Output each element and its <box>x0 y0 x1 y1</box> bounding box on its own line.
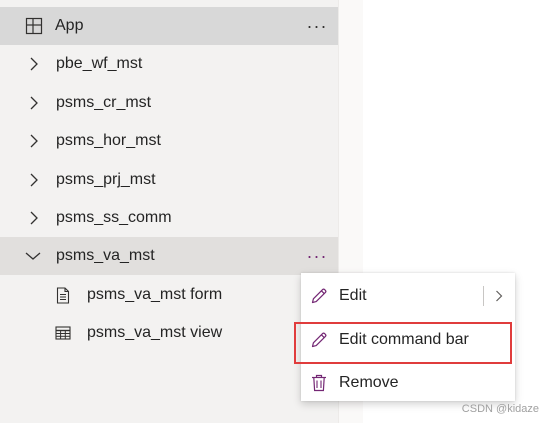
tree-row-psms-ss-comm[interactable]: psms_ss_comm <box>0 199 338 237</box>
chevron-right-icon[interactable] <box>26 210 42 226</box>
tree-row-label: psms_ss_comm <box>56 209 172 226</box>
tree-row-app[interactable]: App ··· <box>0 7 338 45</box>
menu-item-edit[interactable]: Edit <box>301 276 515 316</box>
tree-row-psms-cr-mst[interactable]: psms_cr_mst <box>0 84 338 122</box>
tree-row-psms-prj-mst[interactable]: psms_prj_mst <box>0 161 338 199</box>
menu-item-label: Remove <box>339 374 399 391</box>
tree-row-pbe-wf-mst[interactable]: pbe_wf_mst <box>0 45 338 83</box>
submenu-divider <box>483 286 484 306</box>
tree-row-psms-hor-mst[interactable]: psms_hor_mst <box>0 122 338 160</box>
tree-panel: App ··· pbe_wf_mst psms_cr_mst psms_hor_… <box>0 0 338 423</box>
chevron-right-icon[interactable] <box>26 172 42 188</box>
watermark: CSDN @kidaze <box>461 403 539 415</box>
table-view-icon <box>54 324 72 342</box>
tree-row-label: psms_va_mst <box>56 247 155 264</box>
more-options-icon[interactable]: ··· <box>302 11 332 41</box>
tree-row-label: psms_prj_mst <box>56 171 156 188</box>
chevron-right-icon[interactable] <box>26 133 42 149</box>
chevron-right-icon[interactable] <box>26 56 42 72</box>
tree-row-label: psms_cr_mst <box>56 94 152 111</box>
form-icon <box>54 286 72 304</box>
tree-row-label: psms_hor_mst <box>56 132 161 149</box>
menu-item-remove[interactable]: Remove <box>301 363 515 403</box>
chevron-right-icon[interactable] <box>26 95 42 111</box>
trash-icon <box>309 373 329 393</box>
chevron-down-icon[interactable] <box>24 249 42 263</box>
tree-child-form[interactable]: psms_va_mst form <box>0 276 338 314</box>
app-layout-icon <box>24 16 44 36</box>
tree-child-view[interactable]: psms_va_mst view <box>0 314 338 352</box>
menu-item-label: Edit <box>339 287 367 304</box>
highlight-box <box>294 322 512 364</box>
tree-row-label: pbe_wf_mst <box>56 55 143 72</box>
pencil-icon <box>309 286 329 306</box>
tree-row-label: App <box>55 17 84 34</box>
chevron-right-icon[interactable] <box>491 286 507 306</box>
tree-child-label: psms_va_mst view <box>87 324 223 341</box>
more-options-icon[interactable]: ··· <box>302 241 332 271</box>
tree-child-label: psms_va_mst form <box>87 286 223 303</box>
tree-row-psms-va-mst[interactable]: psms_va_mst ··· <box>0 237 338 275</box>
